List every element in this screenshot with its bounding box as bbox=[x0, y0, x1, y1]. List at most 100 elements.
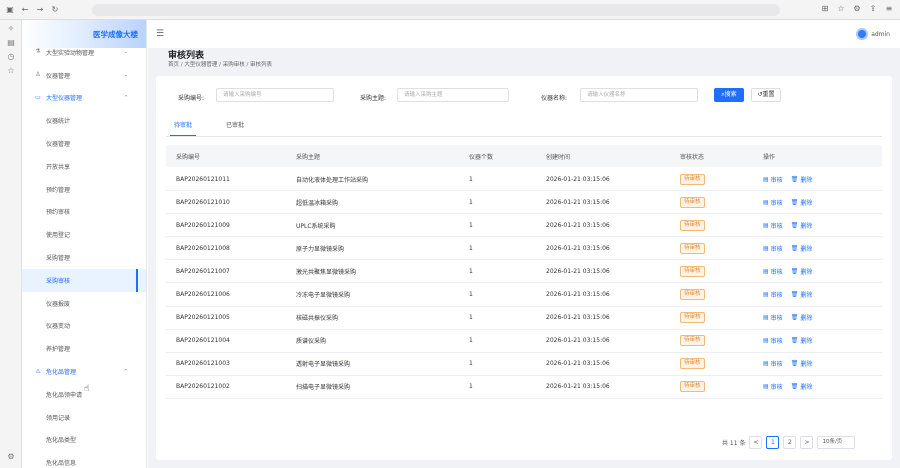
purchase-no-input[interactable]: 请输入采购编号 bbox=[216, 88, 334, 102]
extensions-icon[interactable]: ⚙ bbox=[852, 4, 862, 14]
delete-link[interactable]: 🗑 删除 bbox=[791, 359, 813, 368]
user-menu[interactable]: admin bbox=[856, 28, 890, 40]
created-cell: 2026-01-21 03:15:06 bbox=[546, 221, 610, 229]
sidebar-item[interactable]: 采购管理 bbox=[22, 246, 146, 269]
trash-icon: 🗑 bbox=[790, 267, 799, 275]
actions-cell: ▤ 审核 🗑 删除 bbox=[763, 168, 812, 190]
sidebar-item[interactable]: 仪器统计 bbox=[22, 109, 146, 132]
status-badge: 待审核 bbox=[680, 335, 705, 347]
sidebar-item[interactable]: 采购审核 bbox=[22, 268, 146, 292]
tab-approved[interactable]: 已审批 bbox=[226, 120, 244, 135]
sidebar-item[interactable]: 预约管理 bbox=[22, 178, 146, 201]
sidebar-item-label: 领用记录 bbox=[46, 414, 71, 422]
delete-link[interactable]: 🗑 删除 bbox=[791, 313, 813, 322]
total-count: 共 11 条 bbox=[722, 440, 746, 447]
subject-input[interactable]: 请输入采购主题 bbox=[397, 88, 509, 102]
sidebar-item-label: 使用登记 bbox=[46, 232, 71, 240]
collections-icon[interactable]: ▤ bbox=[6, 38, 16, 48]
audit-link[interactable]: ▤ 审核 bbox=[763, 290, 783, 299]
audit-link[interactable]: ▤ 审核 bbox=[763, 198, 783, 207]
translate-icon[interactable]: ⊞ bbox=[820, 4, 830, 14]
page-size-select[interactable]: 10条/页 bbox=[817, 436, 856, 449]
tab-divider bbox=[166, 136, 882, 137]
back-icon[interactable]: ← bbox=[20, 5, 30, 15]
tab-menu-icon[interactable]: ▣ bbox=[5, 5, 15, 15]
sidebar-item[interactable]: ♙ 仪器管理 ⌄ bbox=[22, 64, 146, 87]
audit-link[interactable]: ▤ 审核 bbox=[763, 336, 783, 345]
main-content: 审核列表 首页 / 大型仪器管理 / 采购审核 / 审核列表 采购编号: 请输入… bbox=[148, 48, 900, 468]
refresh-icon[interactable]: ↻ bbox=[50, 5, 60, 15]
delete-link[interactable]: 🗑 删除 bbox=[791, 244, 813, 253]
table-header: 采购编号 采购主题 仪器个数 创建时间 审核状态 操作 bbox=[166, 145, 882, 167]
delete-link[interactable]: 🗑 删除 bbox=[791, 175, 813, 184]
instrument-label: 仪器名称: bbox=[541, 95, 568, 102]
tab-pending[interactable]: 待审批 bbox=[170, 120, 197, 136]
delete-link[interactable]: 🗑 删除 bbox=[791, 198, 813, 207]
audit-link[interactable]: ▤ 审核 bbox=[763, 244, 783, 253]
delete-link[interactable]: 🗑 删除 bbox=[791, 290, 813, 299]
bookmark-star-icon[interactable]: ☆ bbox=[836, 4, 846, 14]
sidebar-item[interactable]: 使用登记 bbox=[22, 223, 146, 246]
audit-link[interactable]: ▤ 审核 bbox=[763, 313, 783, 322]
top-header: ☰ admin bbox=[148, 20, 900, 48]
header-actions: 操作 bbox=[763, 153, 776, 161]
address-bar[interactable] bbox=[92, 4, 780, 16]
delete-label: 删除 bbox=[800, 176, 813, 184]
sidebar-item[interactable]: ▭ 大型仪器管理 ^ bbox=[22, 87, 146, 110]
audit-link[interactable]: ▤ 审核 bbox=[763, 359, 783, 368]
sidebar-item[interactable]: 危化品信息 bbox=[22, 451, 146, 468]
sidebar-item-label: 危化品信息 bbox=[46, 460, 77, 468]
favorites-icon[interactable]: ☆ bbox=[6, 66, 16, 76]
trash-icon: 🗑 bbox=[790, 175, 799, 183]
audit-link[interactable]: ▤ 审核 bbox=[763, 175, 783, 184]
delete-link[interactable]: 🗑 删除 bbox=[791, 382, 813, 391]
page-2-button[interactable]: 2 bbox=[783, 436, 797, 449]
next-page-button[interactable]: > bbox=[800, 436, 814, 449]
menu-icon[interactable]: ≡ bbox=[884, 4, 894, 14]
sidebar-item[interactable]: 领用记录 bbox=[22, 406, 146, 429]
sidebar-item[interactable]: ⚗ 大型实验动物管理 ⌄ bbox=[22, 41, 146, 64]
sidebar-item[interactable]: ⚠ 危化品管理 ^ bbox=[22, 360, 146, 383]
document-icon: ▤ bbox=[763, 337, 769, 345]
collapse-menu-icon[interactable]: ☰ bbox=[156, 29, 164, 39]
chevron-down-icon: ⌄ bbox=[123, 49, 128, 56]
instrument-input[interactable]: 请输入仪器名称 bbox=[580, 88, 698, 102]
table-row: BAP20260121009 UPLC系统采购 1 2026-01-21 03:15:… bbox=[166, 214, 882, 238]
sidebar-item[interactable]: 仪器报废 bbox=[22, 292, 146, 315]
audit-label: 审核 bbox=[770, 222, 783, 230]
created-cell: 2026-01-21 03:15:06 bbox=[546, 383, 610, 391]
audit-link[interactable]: ▤ 审核 bbox=[763, 267, 783, 276]
hazard-icon: ⚠ bbox=[35, 367, 41, 375]
delete-link[interactable]: 🗑 删除 bbox=[791, 221, 813, 230]
username: admin bbox=[871, 30, 890, 38]
sidebar-item[interactable]: 仪器管理 bbox=[22, 132, 146, 155]
count-cell: 1 bbox=[469, 291, 473, 298]
audit-link[interactable]: ▤ 审核 bbox=[763, 221, 783, 230]
sidebar-item[interactable]: 开放共享 bbox=[22, 155, 146, 178]
delete-label: 删除 bbox=[800, 268, 813, 276]
reset-button[interactable]: ↺重置 bbox=[751, 88, 781, 102]
sparkle-icon[interactable]: ✧ bbox=[6, 24, 16, 34]
sidebar-item[interactable]: 仪器变动 bbox=[22, 315, 146, 338]
prev-page-button[interactable]: < bbox=[749, 436, 763, 449]
delete-link[interactable]: 🗑 删除 bbox=[791, 336, 813, 345]
status-badge: 待审核 bbox=[680, 289, 705, 300]
search-button[interactable]: ⌕搜索 bbox=[714, 88, 744, 102]
audit-link[interactable]: ▤ 审核 bbox=[763, 382, 783, 391]
subject-cell: 扫描电子显微镜采购 bbox=[296, 384, 351, 392]
share-icon[interactable]: ⇪ bbox=[868, 4, 878, 14]
sidebar-item[interactable]: 预约审核 bbox=[22, 201, 146, 224]
header-subject: 采购主题 bbox=[296, 153, 321, 161]
forward-icon[interactable]: → bbox=[35, 5, 45, 15]
table-row: BAP20260121005 核磁共振仪采购 1 2026-01-21 03:15:0… bbox=[166, 307, 882, 330]
document-icon: ▤ bbox=[763, 175, 769, 183]
history-icon[interactable]: ◷ bbox=[6, 52, 16, 62]
delete-link[interactable]: 🗑 删除 bbox=[791, 267, 813, 276]
settings-icon[interactable]: ⚙ bbox=[6, 452, 16, 462]
header-count: 仪器个数 bbox=[469, 153, 494, 161]
sidebar-item[interactable]: 养护管理 bbox=[22, 337, 146, 360]
sidebar-item[interactable]: 危化品类型 bbox=[22, 429, 146, 452]
purchase-no-cell: BAP20260121004 bbox=[176, 337, 230, 345]
page-1-button[interactable]: 1 bbox=[766, 436, 780, 449]
document-icon: ▤ bbox=[763, 244, 769, 252]
